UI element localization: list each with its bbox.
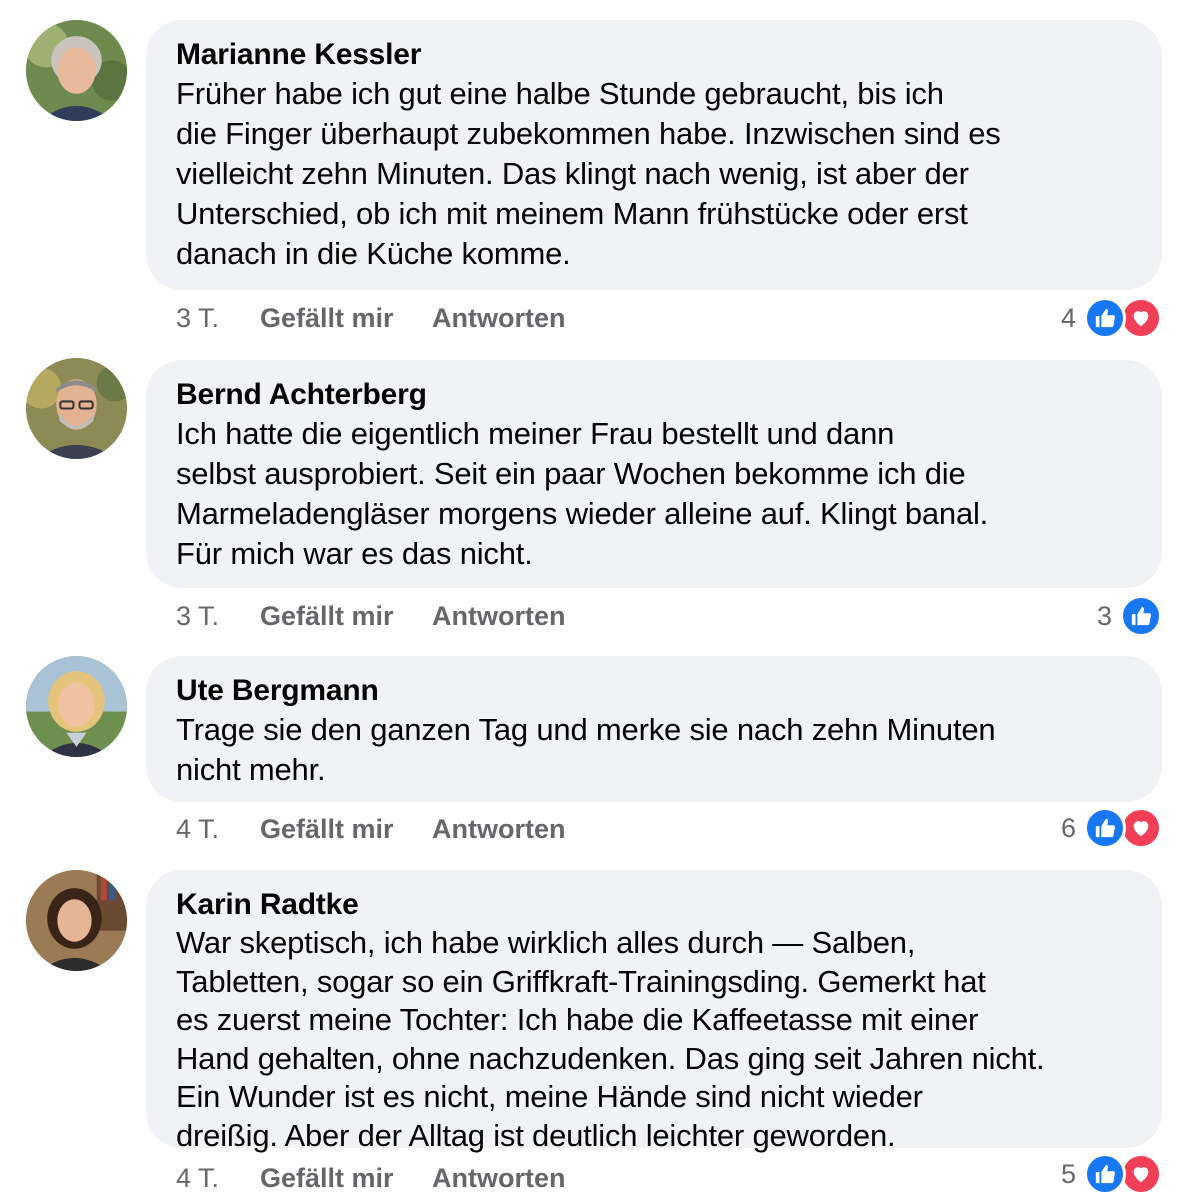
avatar[interactable] — [26, 358, 127, 459]
comment-timestamp[interactable]: 4 T. — [176, 1163, 260, 1194]
like-button[interactable]: Gefällt mir — [260, 1163, 432, 1194]
love-icon — [1120, 1153, 1162, 1195]
avatar[interactable] — [26, 870, 127, 971]
comment-bubble: Ute Bergmann Trage sie den ganzen Tag un… — [146, 656, 1162, 802]
comment-author[interactable]: Marianne Kessler — [176, 36, 1132, 74]
comment-author[interactable]: Ute Bergmann — [176, 672, 1132, 710]
comment-author[interactable]: Bernd Achterberg — [176, 376, 1132, 414]
avatar-photo — [26, 20, 127, 121]
reactions-summary[interactable]: 6 — [1061, 806, 1162, 850]
comment-bubble: Bernd Achterberg Ich hatte die eigentlic… — [146, 360, 1162, 588]
love-icon — [1120, 297, 1162, 339]
comment-actions: 3 T. Gefällt mir Antworten — [176, 298, 565, 338]
reactions-summary[interactable]: 3 — [1097, 594, 1162, 638]
reaction-count: 4 — [1060, 302, 1076, 333]
love-icon — [1120, 807, 1162, 849]
like-icon — [1084, 1153, 1126, 1195]
reply-button[interactable]: Antworten — [432, 814, 565, 845]
comment-actions: 4 T. Gefällt mir Antworten — [176, 1158, 565, 1198]
comment-actions: 4 T. Gefällt mir Antworten — [176, 809, 565, 849]
avatar[interactable] — [26, 656, 127, 757]
like-button[interactable]: Gefällt mir — [260, 601, 432, 632]
comment-bubble: Karin Radtke War skeptisch, ich habe wir… — [146, 870, 1162, 1153]
comment-text: Trage sie den ganzen Tag und merke sie n… — [176, 712, 996, 787]
avatar-photo — [26, 870, 127, 971]
avatar-photo — [26, 656, 127, 757]
like-icon — [1084, 297, 1126, 339]
avatar[interactable] — [26, 20, 127, 121]
comment-text: Früher habe ich gut eine halbe Stunde ge… — [176, 76, 1001, 271]
comment-author[interactable]: Karin Radtke — [176, 886, 1132, 924]
like-button[interactable]: Gefällt mir — [260, 303, 432, 334]
like-icon — [1120, 595, 1162, 637]
comment-text: War skeptisch, ich habe wirklich alles d… — [176, 925, 1045, 1153]
comment-timestamp[interactable]: 3 T. — [176, 303, 260, 334]
like-icon — [1084, 807, 1126, 849]
reply-button[interactable]: Antworten — [432, 303, 565, 334]
reaction-count: 5 — [1060, 1158, 1076, 1189]
reaction-count: 6 — [1060, 812, 1076, 843]
avatar-photo — [26, 358, 127, 459]
comment-timestamp[interactable]: 3 T. — [176, 601, 260, 632]
like-button[interactable]: Gefällt mir — [260, 814, 432, 845]
reply-button[interactable]: Antworten — [432, 1163, 565, 1194]
reactions-summary[interactable]: 4 — [1061, 296, 1162, 340]
comment-timestamp[interactable]: 4 T. — [176, 814, 260, 845]
comment-actions: 3 T. Gefällt mir Antworten — [176, 596, 565, 636]
reaction-count: 3 — [1096, 600, 1112, 631]
reactions-summary[interactable]: 5 — [1061, 1152, 1162, 1196]
comment-bubble: Marianne Kessler Früher habe ich gut ein… — [146, 20, 1162, 290]
reply-button[interactable]: Antworten — [432, 601, 565, 632]
comment-text: Ich hatte die eigentlich meiner Frau bes… — [176, 416, 989, 571]
